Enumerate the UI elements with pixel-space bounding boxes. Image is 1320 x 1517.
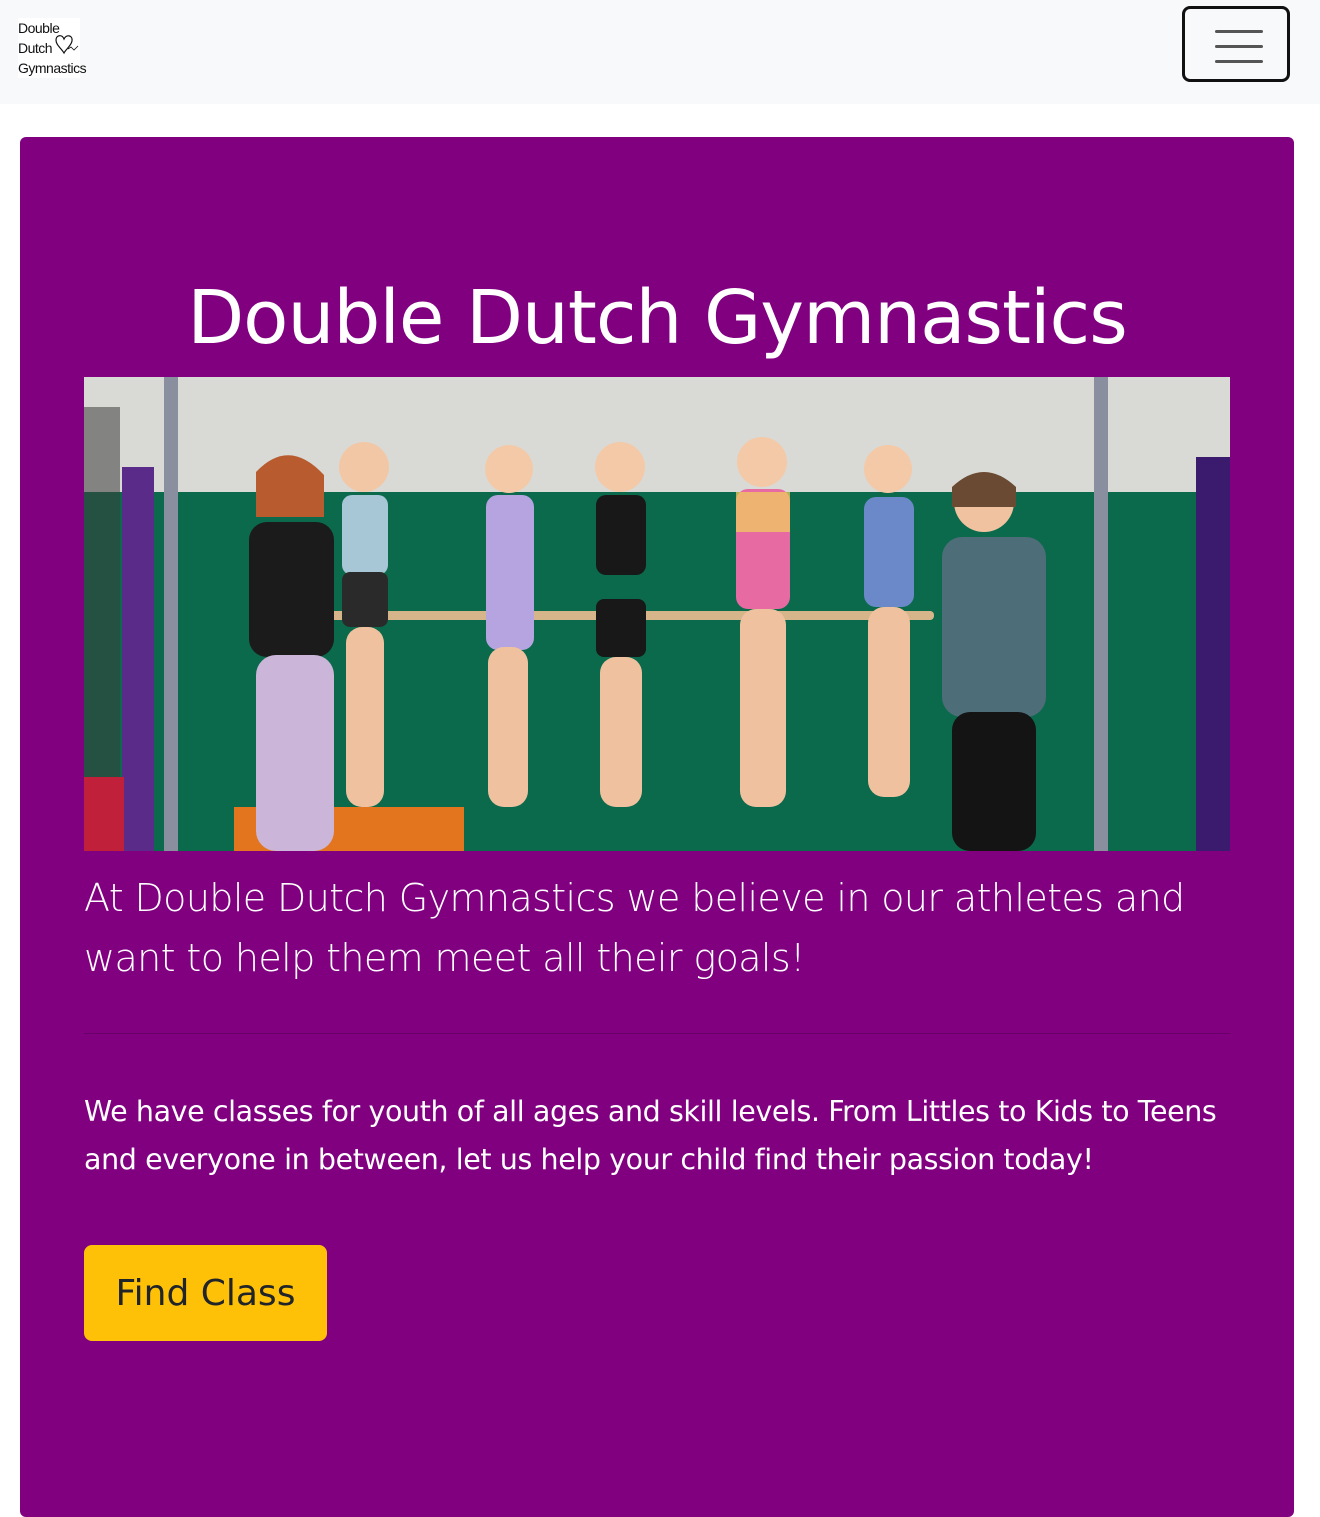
divider <box>84 1033 1230 1034</box>
hero-body-text: We have classes for youth of all ages an… <box>84 1095 1217 1176</box>
hero-title: Double Dutch Gymnastics <box>187 275 1128 361</box>
heart-icon <box>55 35 79 55</box>
logo-line-3: Gymnastics <box>18 60 87 76</box>
hero-photo <box>84 377 1230 851</box>
hero-lead-text: At Double Dutch Gymnastics we believe in… <box>84 876 1185 980</box>
group-photo-icon <box>84 377 1230 851</box>
find-class-button[interactable]: Find Class <box>84 1245 327 1341</box>
brand-logo[interactable]: Double Dutch Gymnastics <box>18 18 87 78</box>
navbar: Double Dutch Gymnastics <box>0 0 1320 104</box>
navbar-toggler-button[interactable] <box>1182 6 1290 82</box>
